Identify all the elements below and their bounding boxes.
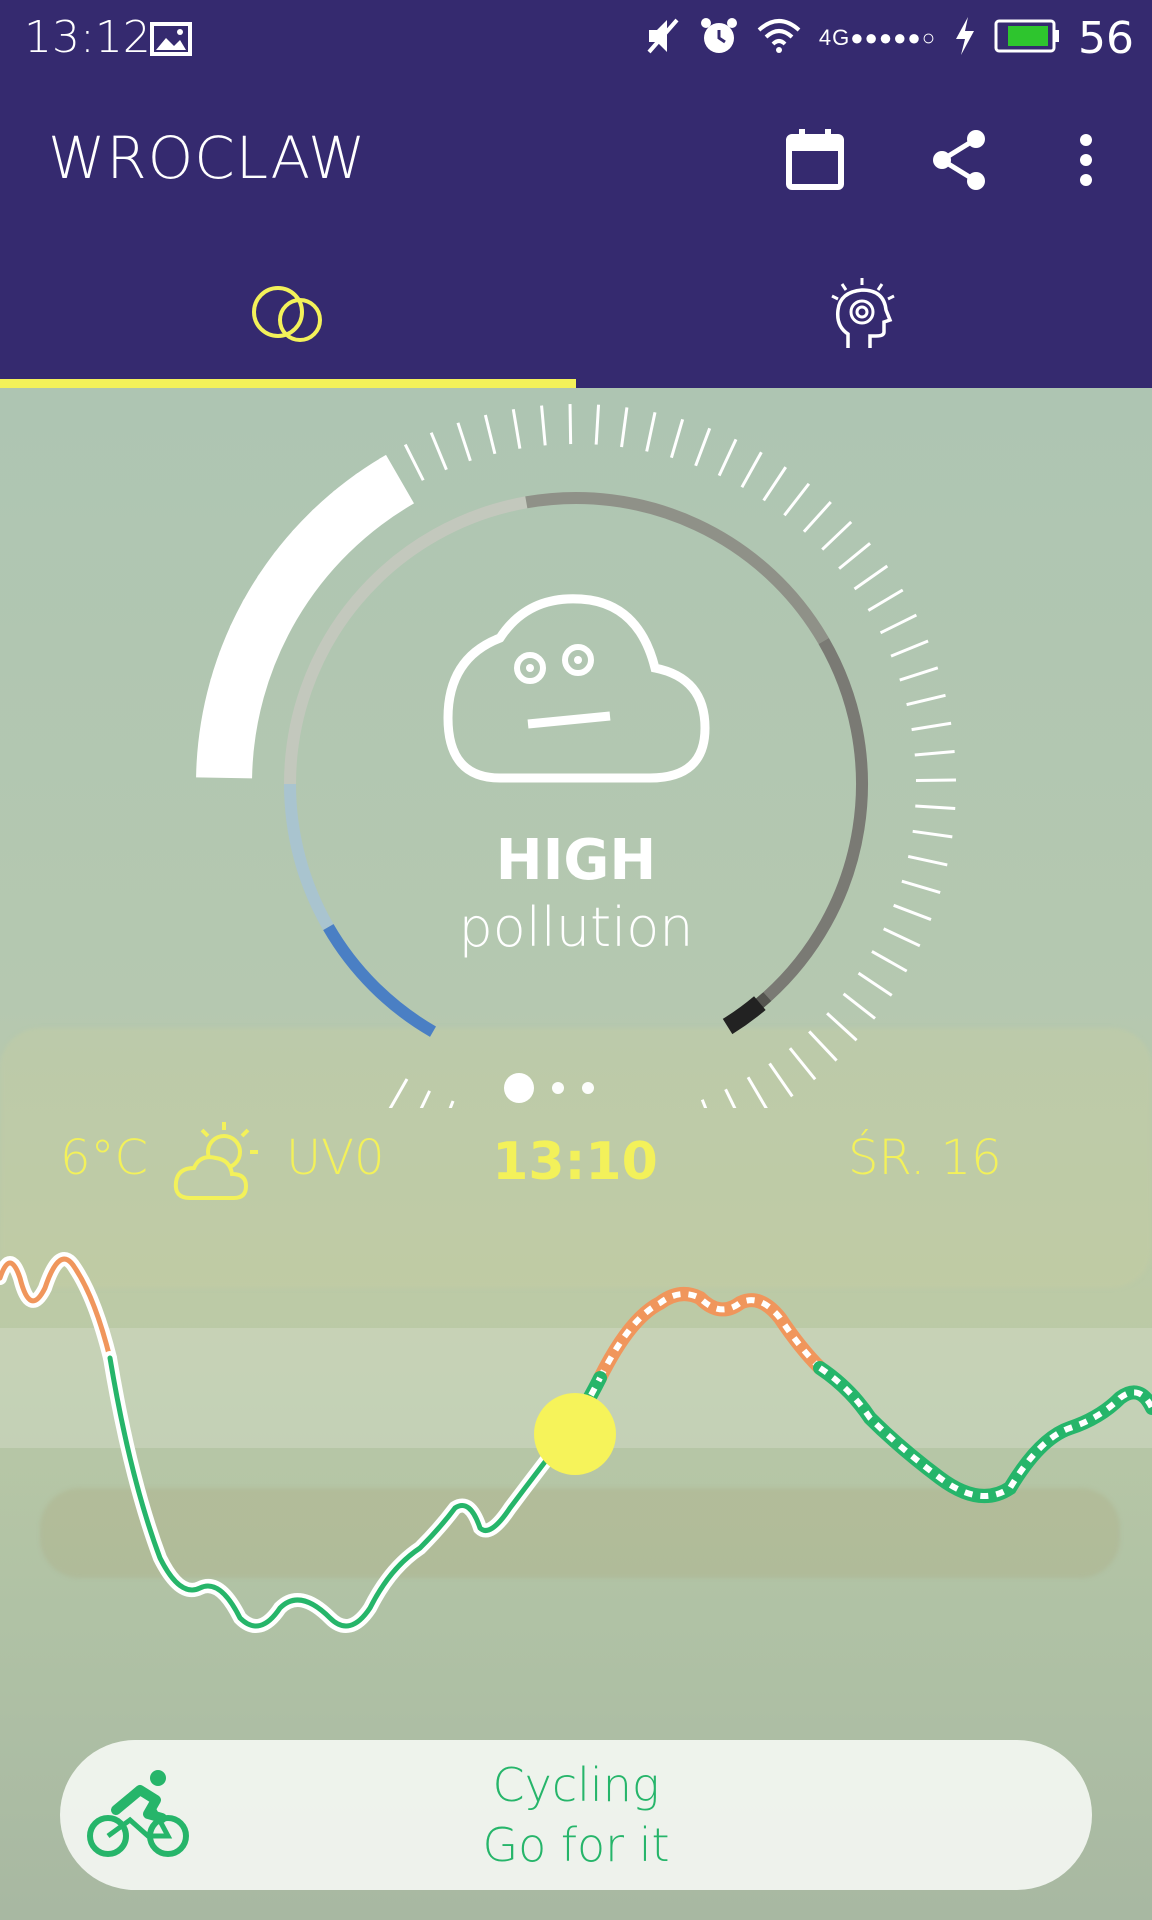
battery-percent: 56 (1078, 12, 1134, 64)
forecast-curve-orange (593, 1287, 827, 1385)
tab-air-quality[interactable] (0, 240, 576, 388)
gauge-tick (620, 407, 629, 448)
gauge-tick (768, 1062, 794, 1098)
gauge-tick (540, 405, 547, 446)
more-vert-icon (1080, 134, 1092, 186)
page-dot[interactable] (582, 1082, 594, 1094)
battery-icon (994, 19, 1060, 58)
mute-icon (645, 16, 681, 61)
charging-icon (954, 16, 976, 60)
gauge-tick (842, 992, 876, 1020)
gauge-tick (448, 1100, 455, 1108)
head-target-icon (831, 278, 895, 348)
gauge-level-arc (196, 454, 415, 779)
air-quality-icon (252, 286, 322, 342)
gauge-tick (700, 1099, 708, 1108)
forecast-curve-green (568, 1361, 1152, 1503)
gauge-tick (915, 804, 956, 811)
calendar-button[interactable] (775, 120, 855, 200)
gauge-tick (838, 542, 872, 570)
gauge-tick (403, 443, 425, 481)
gauge-tick (511, 408, 522, 449)
gauge-tick (808, 1030, 838, 1062)
gauge-tick (746, 1076, 768, 1108)
gauge-tick (724, 1088, 737, 1108)
gauge-tick (906, 693, 946, 707)
gauge-tick (912, 829, 953, 839)
gauge-tick (911, 721, 952, 732)
gauge-tick (429, 432, 448, 471)
calendar-icon (786, 129, 844, 190)
status-icons: 4G●●●●●○ 56 (645, 12, 1134, 64)
gauge-tick (853, 564, 889, 591)
weather-row: 6°C UV0 13:10 ŚR. 16 (0, 1118, 1152, 1208)
gauge-tick (788, 1047, 817, 1081)
city-title: WROCLAW (48, 124, 367, 192)
gauge-tick (893, 903, 932, 921)
gauge-tick (883, 927, 921, 948)
gauge-tick (826, 1012, 858, 1042)
share-button[interactable] (920, 120, 1000, 200)
gauge-tick (568, 404, 573, 445)
gauge-tick (914, 750, 955, 757)
gauge-tick (645, 411, 657, 452)
activity-subtitle: Go for it (482, 1818, 670, 1872)
gauge-band-lightblue (284, 783, 334, 930)
gauge-tick (419, 1090, 431, 1108)
gauge-tick (783, 482, 811, 517)
status-time: 13:12 (24, 12, 151, 63)
main-panel: HIGH pollution 6°C UV0 13:10 ŚR. 16 Cycl… (0, 388, 1152, 1920)
date-label: ŚR. 16 (848, 1130, 1002, 1186)
measurement-time: 13:10 (492, 1132, 658, 1192)
signal-icon: 4G●●●●●○ (818, 25, 936, 50)
neutral-cloud-face-icon (440, 588, 712, 793)
page-dot[interactable] (552, 1082, 564, 1094)
gauge-tick (717, 438, 738, 477)
tab-indicator (0, 379, 576, 388)
gauge-tick (694, 427, 712, 467)
pollution-forecast-chart[interactable] (0, 1238, 1152, 1698)
share-icon (933, 130, 985, 190)
gauge-tick (907, 854, 948, 867)
gauge-tick (762, 466, 787, 502)
tab-bar (0, 240, 1152, 388)
temperature: 6°C (60, 1130, 149, 1186)
tab-health[interactable] (576, 240, 1152, 388)
gauge-tick (901, 879, 941, 894)
gauge-tick (867, 588, 904, 612)
pollution-level: HIGH (495, 828, 657, 893)
gauge-tick (802, 501, 832, 533)
gauge-tick (857, 971, 893, 997)
partly-sunny-icon (172, 1118, 264, 1206)
uv-index: UV0 (286, 1130, 385, 1186)
image-icon (150, 22, 192, 61)
more-options-button[interactable] (1046, 120, 1126, 200)
gauge-tick (871, 950, 908, 973)
current-position-marker[interactable] (534, 1393, 616, 1475)
activity-title: Cycling (492, 1758, 660, 1812)
gauge-tick (899, 666, 939, 682)
page-dot-active[interactable] (504, 1073, 534, 1103)
gauge-tick (821, 520, 853, 551)
pollution-subtitle: pollution (458, 896, 694, 959)
gauge-tick (890, 639, 929, 658)
gauge-tick (388, 1078, 409, 1108)
gauge-tick (740, 451, 763, 488)
wifi-icon (757, 18, 801, 59)
gauge-tick (594, 404, 601, 445)
gauge-band-darkgray (763, 638, 868, 1001)
app-bar: WROCLAW (0, 76, 1152, 240)
page-indicator[interactable] (504, 1073, 594, 1103)
gauge-tick (669, 418, 685, 459)
gauge-tick (456, 422, 472, 462)
alarm-icon (699, 16, 739, 61)
activity-recommendation[interactable]: Cycling Go for it (60, 1740, 1092, 1890)
gauge-tick (879, 613, 918, 635)
gauge-tick (483, 414, 497, 455)
gauge-band-black (722, 996, 766, 1035)
status-bar: 13:12 4G●●●●●○ 56 (0, 0, 1152, 76)
